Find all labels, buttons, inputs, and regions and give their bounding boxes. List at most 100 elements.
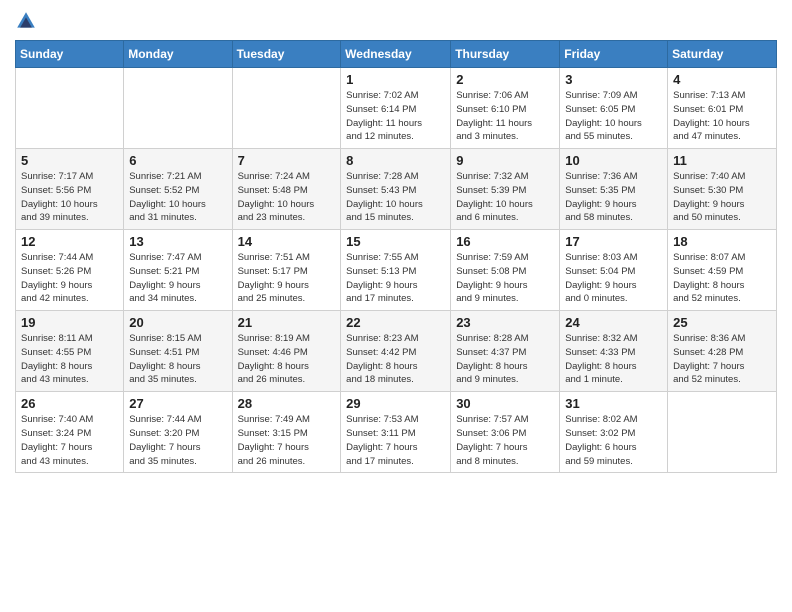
day-info: Sunrise: 7:32 AM Sunset: 5:39 PM Dayligh… [456,170,554,225]
calendar-header: SundayMondayTuesdayWednesdayThursdayFrid… [16,41,777,68]
week-row-3: 12Sunrise: 7:44 AM Sunset: 5:26 PM Dayli… [16,230,777,311]
day-info: Sunrise: 8:36 AM Sunset: 4:28 PM Dayligh… [673,332,771,387]
day-info: Sunrise: 8:11 AM Sunset: 4:55 PM Dayligh… [21,332,118,387]
day-info: Sunrise: 7:47 AM Sunset: 5:21 PM Dayligh… [129,251,226,306]
calendar-cell [16,68,124,149]
day-info: Sunrise: 8:03 AM Sunset: 5:04 PM Dayligh… [565,251,662,306]
calendar-cell: 20 Sunrise: 8:15 AM Sunset: 4:51 PM Dayli… [124,311,232,392]
day-number: 18 [673,234,771,249]
header-row: SundayMondayTuesdayWednesdayThursdayFrid… [16,41,777,68]
day-info: Sunrise: 7:24 AM Sunset: 5:48 PM Dayligh… [238,170,336,225]
day-number: 2 [456,72,554,87]
day-number: 17 [565,234,662,249]
day-info: Sunrise: 7:40 AM Sunset: 5:30 PM Dayligh… [673,170,771,225]
day-number: 1 [346,72,445,87]
day-number: 28 [238,396,336,411]
day-number: 29 [346,396,445,411]
day-number: 13 [129,234,226,249]
day-number: 31 [565,396,662,411]
week-row-2: 5 Sunrise: 7:17 AM Sunset: 5:56 PM Daylig… [16,149,777,230]
day-number: 22 [346,315,445,330]
day-info: Sunrise: 8:02 AM Sunset: 3:02 PM Dayligh… [565,413,662,468]
calendar-cell: 10Sunrise: 7:36 AM Sunset: 5:35 PM Dayli… [560,149,668,230]
calendar-cell: 13 Sunrise: 7:47 AM Sunset: 5:21 PM Dayli… [124,230,232,311]
day-info: Sunrise: 8:28 AM Sunset: 4:37 PM Dayligh… [456,332,554,387]
day-number: 24 [565,315,662,330]
page: SundayMondayTuesdayWednesdayThursdayFrid… [0,0,792,488]
day-number: 23 [456,315,554,330]
day-number: 26 [21,396,118,411]
calendar-cell: 22 Sunrise: 8:23 AM Sunset: 4:42 PM Dayli… [341,311,451,392]
day-number: 15 [346,234,445,249]
day-number: 7 [238,153,336,168]
calendar-cell: 3 Sunrise: 7:09 AM Sunset: 6:05 PM Daylig… [560,68,668,149]
calendar-cell: 11Sunrise: 7:40 AM Sunset: 5:30 PM Dayli… [668,149,777,230]
calendar-body: 1Sunrise: 7:02 AM Sunset: 6:14 PM Daylig… [16,68,777,473]
calendar-cell: 23 Sunrise: 8:28 AM Sunset: 4:37 PM Dayli… [451,311,560,392]
day-header-tuesday: Tuesday [232,41,341,68]
day-number: 16 [456,234,554,249]
day-info: Sunrise: 7:17 AM Sunset: 5:56 PM Dayligh… [21,170,118,225]
calendar-cell: 31 Sunrise: 8:02 AM Sunset: 3:02 PM Dayli… [560,392,668,473]
calendar-cell: 12Sunrise: 7:44 AM Sunset: 5:26 PM Dayli… [16,230,124,311]
calendar-cell: 26Sunrise: 7:40 AM Sunset: 3:24 PM Dayli… [16,392,124,473]
calendar-cell: 2Sunrise: 7:06 AM Sunset: 6:10 PM Daylig… [451,68,560,149]
day-info: Sunrise: 7:09 AM Sunset: 6:05 PM Dayligh… [565,89,662,144]
day-header-saturday: Saturday [668,41,777,68]
calendar-cell: 30Sunrise: 7:57 AM Sunset: 3:06 PM Dayli… [451,392,560,473]
day-number: 20 [129,315,226,330]
calendar-cell: 4 Sunrise: 7:13 AM Sunset: 6:01 PM Daylig… [668,68,777,149]
day-info: Sunrise: 7:21 AM Sunset: 5:52 PM Dayligh… [129,170,226,225]
day-info: Sunrise: 7:44 AM Sunset: 5:26 PM Dayligh… [21,251,118,306]
day-number: 6 [129,153,226,168]
day-number: 4 [673,72,771,87]
calendar-cell: 15 Sunrise: 7:55 AM Sunset: 5:13 PM Dayli… [341,230,451,311]
calendar-cell [668,392,777,473]
calendar-cell: 28 Sunrise: 7:49 AM Sunset: 3:15 PM Dayli… [232,392,341,473]
day-info: Sunrise: 8:23 AM Sunset: 4:42 PM Dayligh… [346,332,445,387]
calendar-cell: 21 Sunrise: 8:19 AM Sunset: 4:46 PM Dayli… [232,311,341,392]
day-info: Sunrise: 7:28 AM Sunset: 5:43 PM Dayligh… [346,170,445,225]
calendar-cell: 14Sunrise: 7:51 AM Sunset: 5:17 PM Dayli… [232,230,341,311]
calendar-cell: 5 Sunrise: 7:17 AM Sunset: 5:56 PM Daylig… [16,149,124,230]
day-number: 10 [565,153,662,168]
day-info: Sunrise: 7:55 AM Sunset: 5:13 PM Dayligh… [346,251,445,306]
day-number: 21 [238,315,336,330]
day-number: 27 [129,396,226,411]
day-number: 19 [21,315,118,330]
day-info: Sunrise: 7:51 AM Sunset: 5:17 PM Dayligh… [238,251,336,306]
day-number: 8 [346,153,445,168]
calendar-cell: 24 Sunrise: 8:32 AM Sunset: 4:33 PM Dayli… [560,311,668,392]
week-row-5: 26Sunrise: 7:40 AM Sunset: 3:24 PM Dayli… [16,392,777,473]
calendar-cell: 6 Sunrise: 7:21 AM Sunset: 5:52 PM Daylig… [124,149,232,230]
logo-icon [15,10,37,32]
day-info: Sunrise: 7:53 AM Sunset: 3:11 PM Dayligh… [346,413,445,468]
day-info: Sunrise: 7:13 AM Sunset: 6:01 PM Dayligh… [673,89,771,144]
day-header-monday: Monday [124,41,232,68]
week-row-4: 19 Sunrise: 8:11 AM Sunset: 4:55 PM Dayli… [16,311,777,392]
day-info: Sunrise: 8:32 AM Sunset: 4:33 PM Dayligh… [565,332,662,387]
logo [15,10,40,32]
calendar-cell: 19 Sunrise: 8:11 AM Sunset: 4:55 PM Dayli… [16,311,124,392]
day-info: Sunrise: 7:49 AM Sunset: 3:15 PM Dayligh… [238,413,336,468]
calendar-cell [232,68,341,149]
day-info: Sunrise: 8:15 AM Sunset: 4:51 PM Dayligh… [129,332,226,387]
calendar-cell: 18 Sunrise: 8:07 AM Sunset: 4:59 PM Dayli… [668,230,777,311]
day-number: 25 [673,315,771,330]
calendar-cell: 17 Sunrise: 8:03 AM Sunset: 5:04 PM Dayli… [560,230,668,311]
calendar-cell [124,68,232,149]
day-info: Sunrise: 7:57 AM Sunset: 3:06 PM Dayligh… [456,413,554,468]
calendar: SundayMondayTuesdayWednesdayThursdayFrid… [15,40,777,473]
calendar-cell: 25 Sunrise: 8:36 AM Sunset: 4:28 PM Dayli… [668,311,777,392]
day-number: 9 [456,153,554,168]
day-info: Sunrise: 8:19 AM Sunset: 4:46 PM Dayligh… [238,332,336,387]
day-number: 5 [21,153,118,168]
day-info: Sunrise: 8:07 AM Sunset: 4:59 PM Dayligh… [673,251,771,306]
week-row-1: 1Sunrise: 7:02 AM Sunset: 6:14 PM Daylig… [16,68,777,149]
day-header-sunday: Sunday [16,41,124,68]
calendar-cell: 9 Sunrise: 7:32 AM Sunset: 5:39 PM Daylig… [451,149,560,230]
calendar-cell: 1Sunrise: 7:02 AM Sunset: 6:14 PM Daylig… [341,68,451,149]
day-number: 3 [565,72,662,87]
calendar-cell: 27Sunrise: 7:44 AM Sunset: 3:20 PM Dayli… [124,392,232,473]
day-header-thursday: Thursday [451,41,560,68]
